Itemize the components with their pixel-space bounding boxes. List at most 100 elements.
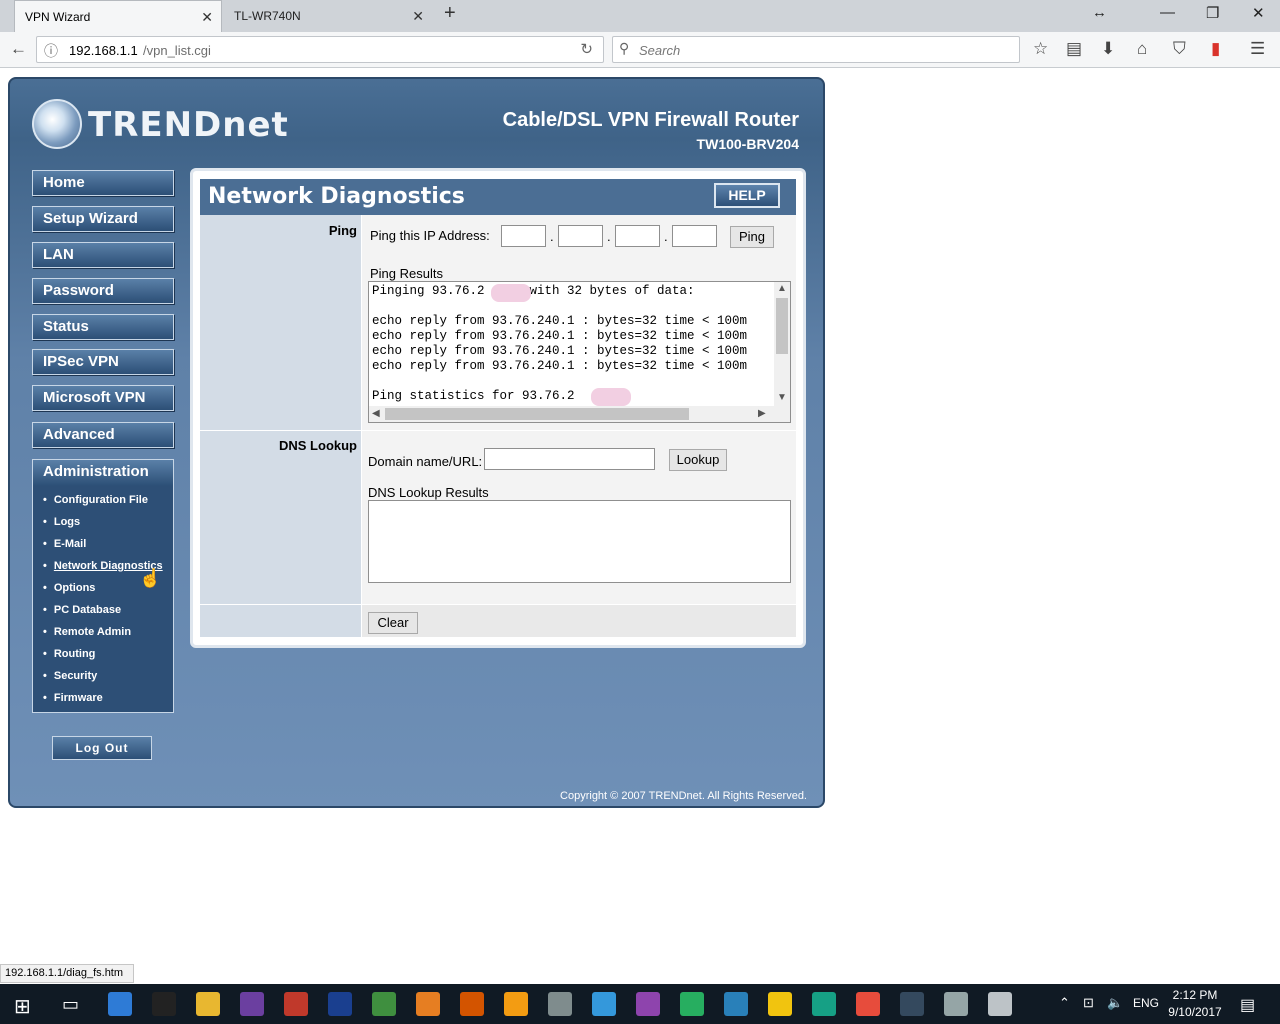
menu-ipsec-vpn[interactable]: IPSec VPN [32,349,174,375]
taskbar-app-icon[interactable] [416,992,440,1016]
new-tab-icon[interactable]: + [444,2,456,25]
menu-microsoft-vpn[interactable]: Microsoft VPN [32,385,174,411]
taskbar-app-icon[interactable] [196,992,220,1016]
ping-label-cell: Ping [200,215,361,430]
taskbar-app-icon[interactable] [636,992,660,1016]
ping-results-label: Ping Results [370,266,443,281]
tab-tl-wr740n[interactable]: TL-WR740N ✕ [224,0,432,32]
taskbar-app-icon[interactable] [944,992,968,1016]
taskbar-app-icon[interactable] [328,992,352,1016]
navigation-bar: ← ⓘ 192.168.1.1 /vpn_list.cgi ↻ ⚲ Search… [0,32,1280,68]
bookmark-star-icon[interactable]: ☆ [1033,39,1048,59]
language-indicator[interactable]: ENG [1133,996,1159,1010]
taskbar-app-icon[interactable] [108,992,132,1016]
lookup-button[interactable]: Lookup [669,449,727,471]
search-input[interactable]: ⚲ Search [612,36,1020,63]
ping-button[interactable]: Ping [730,226,774,248]
taskbar-app-icon[interactable] [724,992,748,1016]
windows-start-icon[interactable]: ⊞ [14,994,31,1019]
help-button[interactable]: HELP [714,183,780,208]
dns-results-textarea[interactable] [368,500,791,583]
taskbar-app-icon[interactable] [548,992,572,1016]
back-arrow-icon[interactable]: ← [10,39,27,59]
taskbar-app-icon[interactable] [812,992,836,1016]
search-placeholder: Search [639,43,681,58]
taskbar-app-icon[interactable] [460,992,484,1016]
submenu-firmware[interactable]: • Firmware [43,692,103,704]
submenu-pc-database[interactable]: • PC Database [43,604,121,616]
submenu-options[interactable]: • Options [43,582,95,594]
url-bar[interactable]: ⓘ 192.168.1.1 /vpn_list.cgi ↻ [36,36,604,63]
submenu-email[interactable]: • E-Mail [43,538,86,550]
menu-advanced[interactable]: Advanced [32,422,174,448]
show-hidden-icons-icon[interactable]: ⌃ [1059,995,1070,1011]
pocket-icon[interactable]: ⛉ [1173,39,1186,59]
menu-home[interactable]: Home [32,170,174,196]
taskbar-app-icon[interactable] [284,992,308,1016]
ping-result-line: Ping statistics for 93.76.2 [372,389,575,403]
submenu-routing[interactable]: • Routing [43,648,95,660]
logout-button[interactable]: Log Out [52,736,152,760]
taskbar-app-icon[interactable] [240,992,264,1016]
scroll-right-arrow-icon[interactable]: ▶ [758,408,766,419]
taskbar-app-icon[interactable] [152,992,176,1016]
taskbar-app-icon[interactable] [988,992,1012,1016]
ip-octet-3-input[interactable] [615,225,660,247]
submenu-remote-admin[interactable]: • Remote Admin [43,626,131,638]
tab-vpn-wizard[interactable]: VPN Wizard ✕ [14,0,222,32]
restore-icon[interactable]: ❐ [1206,4,1219,22]
clear-button[interactable]: Clear [368,612,418,634]
taskbar-app-icon[interactable] [900,992,924,1016]
tab-bar: VPN Wizard ✕ TL-WR740N ✕ + ↔ — ❐ ✕ [0,0,1280,32]
domain-url-input[interactable] [484,448,655,470]
taskbar-app-icon[interactable] [856,992,880,1016]
menu-icon[interactable]: ☰ [1250,39,1265,59]
clock[interactable]: 2:12 PM 9/10/2017 [1164,987,1226,1021]
submenu-logs[interactable]: • Logs [43,516,80,528]
reload-icon[interactable]: ↻ [580,40,593,58]
scroll-left-arrow-icon[interactable]: ◀ [372,408,380,419]
taskbar-app-icon[interactable] [768,992,792,1016]
volume-icon[interactable]: 🔈 [1107,995,1123,1011]
submenu-configuration-file[interactable]: • Configuration File [43,494,148,506]
taskbar-app-icon[interactable] [592,992,616,1016]
close-icon[interactable]: ✕ [412,0,424,32]
submenu-security[interactable]: • Security [43,670,97,682]
minimize-icon[interactable]: — [1160,4,1175,21]
ip-octet-4-input[interactable] [672,225,717,247]
model-number: TW100-BRV204 [696,136,799,152]
scroll-up-arrow-icon[interactable]: ▲ [777,283,787,294]
scrollbar-thumb[interactable] [385,408,689,420]
ip-octet-2-input[interactable] [558,225,603,247]
ip-octet-1-input[interactable] [501,225,546,247]
ping-cell: Ping this IP Address: . . . Ping Ping Re… [362,215,796,430]
taskbar-app-icon[interactable] [680,992,704,1016]
network-icon[interactable]: ⊡ [1083,995,1094,1011]
taskbar-app-icon[interactable] [504,992,528,1016]
ip-separator: . [550,229,554,244]
extension-icon[interactable]: ▮ [1211,39,1220,59]
redaction-mark [491,284,531,302]
notifications-icon[interactable]: ▤ [1240,995,1255,1015]
close-icon[interactable]: ✕ [201,1,213,33]
menu-lan[interactable]: LAN [32,242,174,268]
task-view-icon[interactable]: ▭ [62,994,79,1015]
domain-label: Domain name/URL: [368,454,483,469]
taskbar-app-icon[interactable] [372,992,396,1016]
menu-setup-wizard[interactable]: Setup Wizard [32,206,174,232]
menu-password[interactable]: Password [32,278,174,304]
info-icon[interactable]: ⓘ [44,41,58,61]
menu-status[interactable]: Status [32,314,174,340]
home-icon[interactable]: ⌂ [1137,39,1147,59]
close-window-icon[interactable]: ✕ [1252,4,1265,22]
horizontal-scrollbar[interactable]: ◀ ▶ [369,406,790,422]
url-path: /vpn_list.cgi [143,43,211,58]
status-bar-url: 192.168.1.1/diag_fs.htm [0,964,134,983]
scroll-down-arrow-icon[interactable]: ▼ [777,392,787,403]
ping-results-textarea[interactable]: Pinging 93.76.2 with 32 bytes of data: e… [368,281,791,423]
menu-administration[interactable]: Administration [33,460,173,486]
vertical-scrollbar[interactable]: ▲ ▼ [774,282,790,407]
download-icon[interactable]: ⬇ [1101,39,1115,59]
reading-list-icon[interactable]: ▤ [1066,39,1082,59]
scrollbar-thumb[interactable] [776,298,788,354]
